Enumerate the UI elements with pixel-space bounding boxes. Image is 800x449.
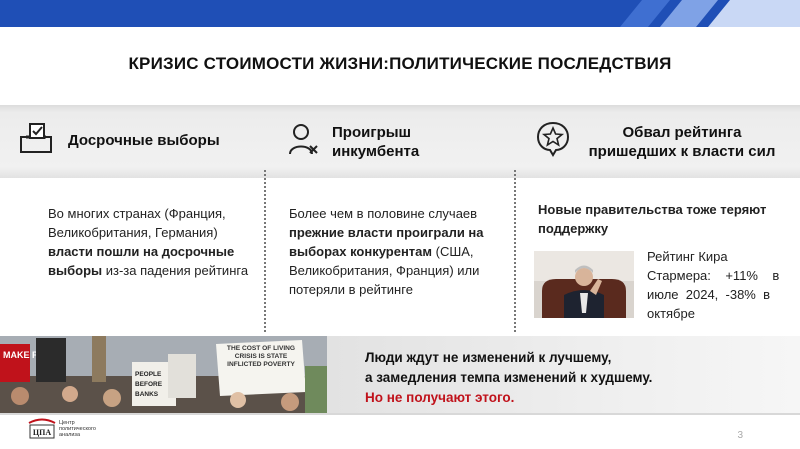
protest-photo: MAKE PAY PEOPLE BEFORE BANKS THE COST OF… bbox=[0, 336, 327, 413]
svg-text:BANKS: BANKS bbox=[135, 391, 159, 398]
column-heading-line1: Проигрыш bbox=[332, 123, 412, 141]
protest-sign-text: THE COST OF LIVING CRISIS IS STATE INFLI… bbox=[226, 345, 296, 368]
star-badge-icon bbox=[536, 121, 570, 162]
rating-line: Стармера: +11% в bbox=[647, 268, 780, 283]
rating-line: октябре bbox=[647, 306, 695, 321]
column-body-early-elections: Во многих странах (Франция, Великобритан… bbox=[48, 204, 258, 280]
logo-caption: Центр политического анализа bbox=[59, 420, 96, 438]
quote-line: а замедления темпа изменений к худшему. bbox=[365, 370, 653, 385]
slide-title: КРИЗИС СТОИМОСТИ ЖИЗНИ:ПОЛИТИЧЕСКИЕ ПОСЛ… bbox=[128, 54, 672, 73]
column-header-rating-collapse: Обвал рейтинга пришедших к власти сил bbox=[536, 121, 782, 162]
body-text: Во многих странах (Франция, Великобритан… bbox=[48, 206, 226, 240]
decorative-stripes bbox=[620, 0, 800, 27]
column-header-incumbent-loss: Проигрыш инкумбента bbox=[288, 122, 419, 161]
column-header-early-elections: Досрочные выборы bbox=[18, 120, 220, 161]
quote-line-highlight: Но не получают этого. bbox=[365, 390, 515, 405]
column-heading-line1: Обвал рейтинга bbox=[622, 123, 742, 141]
footer bbox=[0, 413, 800, 449]
footer-divider bbox=[0, 413, 800, 415]
column-heading-line2: инкумбента bbox=[332, 142, 420, 160]
quote-box: Люди ждут не изменений к лучшему, а заме… bbox=[327, 336, 800, 413]
column-separator bbox=[514, 170, 516, 332]
svg-text:PEOPLE: PEOPLE bbox=[135, 371, 162, 378]
logo-letters: ЦПА bbox=[33, 428, 51, 437]
column-heading: Досрочные выборы bbox=[68, 132, 220, 149]
rating-note: Рейтинг Кира Стармера: +11% в июле 2024,… bbox=[647, 247, 787, 323]
body-text: из-за падения рейтинга bbox=[102, 263, 249, 278]
user-x-icon bbox=[288, 122, 320, 161]
rating-line: июле 2024, -38% в bbox=[647, 287, 770, 302]
column-body-incumbent-loss: Более чем в половине случаев прежние вла… bbox=[289, 204, 507, 299]
svg-text:BEFORE: BEFORE bbox=[135, 381, 163, 388]
logo-icon: ЦПА bbox=[28, 418, 56, 439]
starmer-photo bbox=[534, 251, 634, 318]
quote-line: Люди ждут не изменений к лучшему, bbox=[365, 350, 612, 365]
column-separator bbox=[264, 170, 266, 332]
column-subheading: Новые правительства тоже теряют поддержк… bbox=[538, 202, 767, 236]
column-heading-line2: пришедших к власти сил bbox=[588, 142, 776, 160]
rating-line: Рейтинг Кира bbox=[647, 249, 728, 264]
logo: ЦПА Центр политического анализа bbox=[28, 418, 99, 440]
ballot-box-icon bbox=[18, 120, 54, 161]
body-text: Более чем в половине случаев bbox=[289, 206, 478, 221]
page-number: 3 bbox=[737, 430, 743, 441]
